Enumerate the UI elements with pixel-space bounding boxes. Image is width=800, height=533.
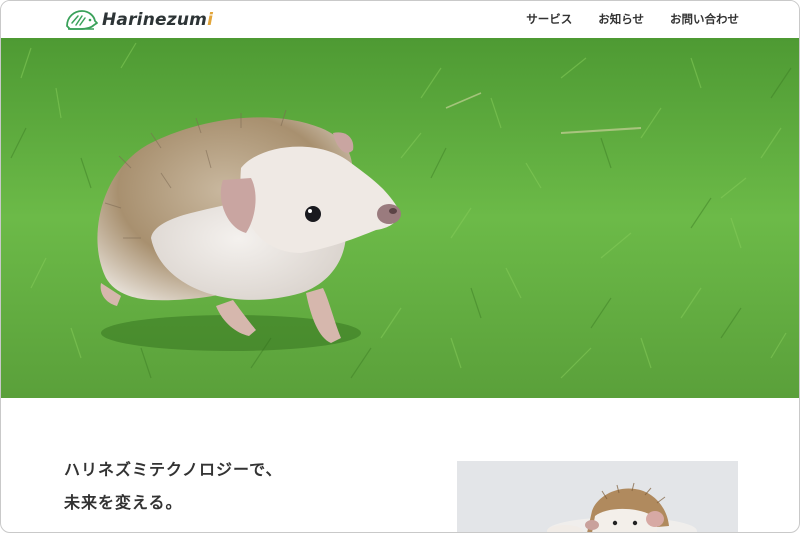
site-header: Harinezumi サービス お知らせ お問い合わせ <box>1 1 799 37</box>
tagline-line-2: 未来を変える。 <box>64 493 183 512</box>
hedgehog-portrait-photo <box>457 461 738 532</box>
browser-frame: Harinezumi サービス お知らせ お問い合わせ ハリネズミテクノロジーで… <box>0 0 800 533</box>
site-logo[interactable]: Harinezumi <box>64 7 213 33</box>
nav-news[interactable]: お知らせ <box>598 11 644 27</box>
tagline-line-1: ハリネズミテクノロジーで、 <box>64 460 283 479</box>
hedgehog-portrait-image <box>457 461 738 532</box>
logo-text: Harinezumi <box>102 10 214 30</box>
hero-image <box>1 38 799 398</box>
hedgehog-on-grass-photo <box>1 38 799 398</box>
hedgehog-logo-icon <box>66 10 98 30</box>
nav-contact[interactable]: お問い合わせ <box>670 11 739 27</box>
main-nav: サービス お知らせ お問い合わせ <box>500 1 739 37</box>
hero-tagline: ハリネズミテクノロジーで、 未来を変える。 <box>64 453 282 519</box>
nav-services[interactable]: サービス <box>526 11 572 27</box>
